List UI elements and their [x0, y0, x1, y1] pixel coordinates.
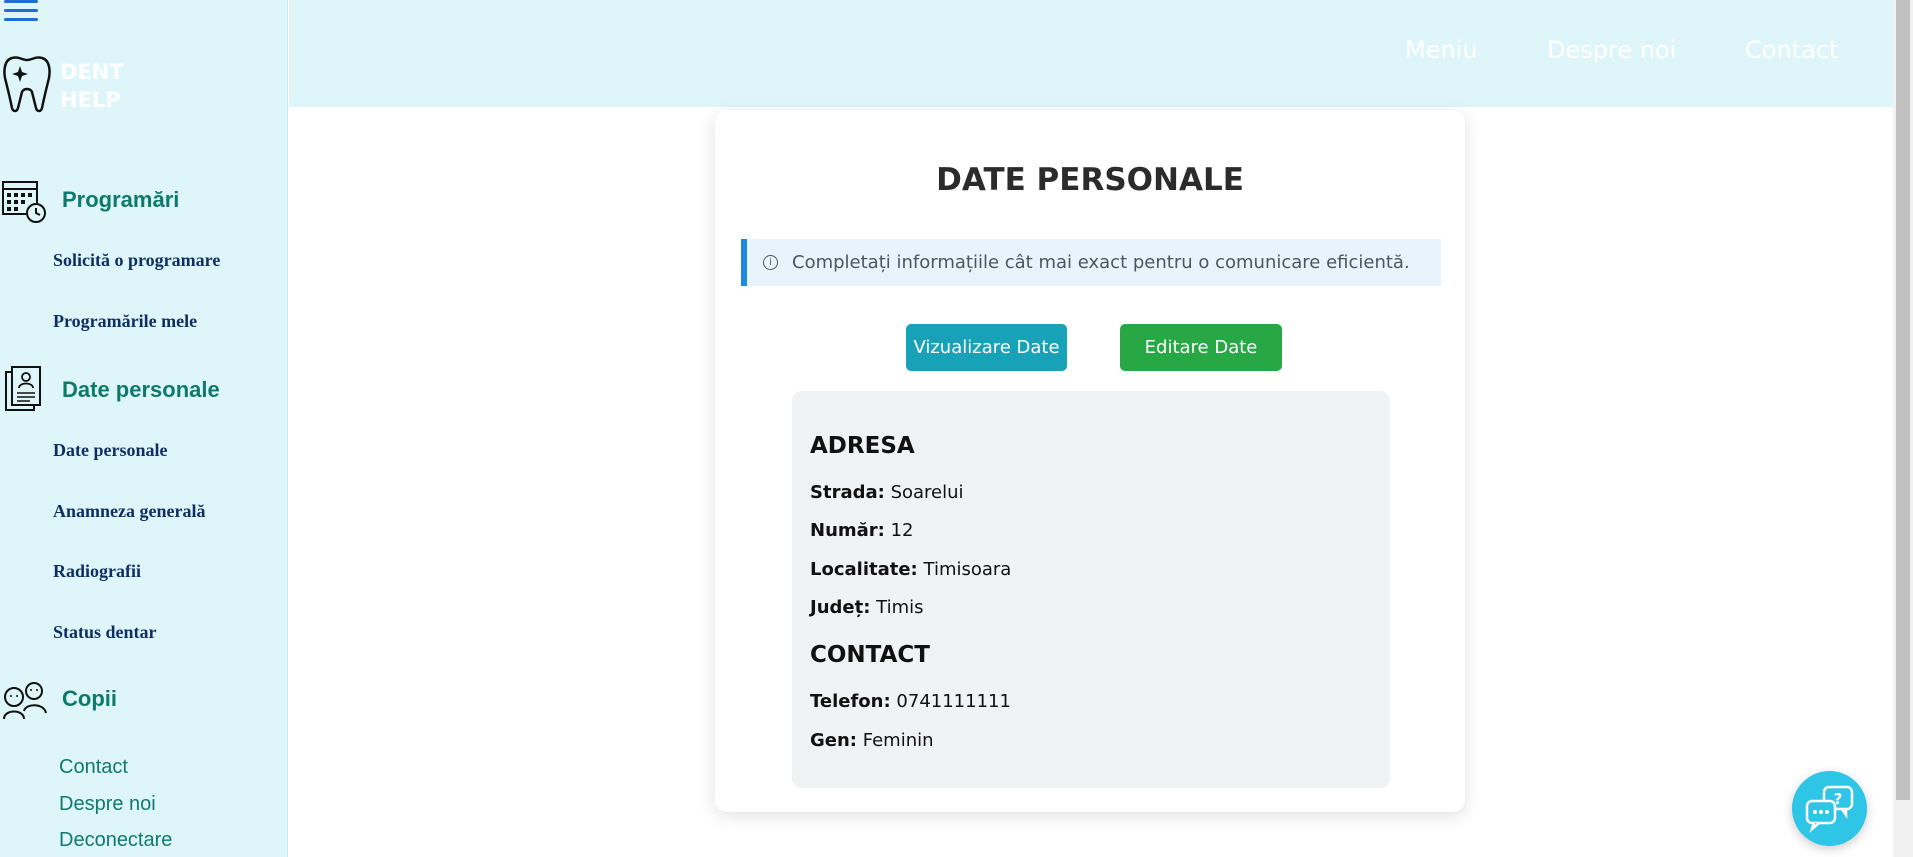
section-label: Copii [62, 686, 117, 711]
hamburger-menu-icon[interactable] [4, 0, 38, 26]
sidebar-item-radiografii[interactable]: Radiografii [53, 561, 141, 582]
phone-value: 0741111111 [896, 691, 1011, 712]
scrollbar-thumb[interactable] [1896, 0, 1910, 800]
calendar-clock-icon [2, 181, 46, 223]
sidebar-link-deconectare[interactable]: Deconectare [59, 829, 172, 852]
street-value: Soarelui [890, 482, 964, 503]
number-value: 12 [890, 520, 914, 541]
personal-data-card: DATE PERSONALE i Completați informațiile… [715, 110, 1465, 812]
city-value: Timisoara [923, 559, 1012, 580]
chat-bubbles-icon: ? [1805, 785, 1854, 833]
sidebar-item-programarile-mele[interactable]: Programările mele [53, 311, 197, 332]
children-icon [3, 682, 47, 720]
sidebar: DENT HELP Programări Solicită o programa… [0, 0, 288, 857]
gender-label: Gen: [810, 730, 857, 751]
number-label: Număr: [810, 520, 885, 541]
section-programari[interactable]: Programări [0, 176, 179, 224]
gender-value: Feminin [862, 730, 934, 751]
section-label: Programări [62, 187, 180, 212]
edit-data-button[interactable]: Editare Date [1120, 324, 1282, 371]
section-label: Date personale [62, 377, 220, 402]
logo-text-line1: DENT [60, 60, 124, 84]
info-alert-text: Completați informațiile cât mai exact pe… [792, 252, 1410, 273]
top-navbar: Meniu Despre noi Contact [289, 0, 1893, 107]
gender-row: Gen: Feminin [810, 730, 934, 751]
sidebar-link-despre-noi[interactable]: Despre noi [59, 793, 156, 816]
phone-row: Telefon: 0741111111 [810, 691, 1011, 712]
logo-text-line2: HELP [60, 88, 121, 112]
contact-heading: CONTACT [810, 642, 930, 668]
city-row: Localitate: Timisoara [810, 559, 1011, 580]
patient-file-icon [5, 366, 41, 411]
nav-link-contact[interactable]: Contact [1745, 36, 1838, 64]
phone-label: Telefon: [810, 691, 891, 712]
page-title: DATE PERSONALE [936, 162, 1244, 198]
sidebar-item-date-personale[interactable]: Date personale [53, 440, 167, 461]
tooth-icon [3, 56, 51, 113]
sidebar-item-status-dentar[interactable]: Status dentar [53, 622, 157, 643]
info-alert: i Completați informațiile cât mai exact … [741, 239, 1441, 286]
sidebar-item-solicita-programare[interactable]: Solicită o programare [53, 250, 220, 271]
street-label: Strada: [810, 482, 885, 503]
sidebar-link-contact[interactable]: Contact [59, 756, 128, 779]
info-icon: i [763, 255, 778, 270]
nav-link-despre-noi[interactable]: Despre noi [1547, 36, 1676, 64]
number-row: Număr: 12 [810, 520, 914, 541]
street-row: Strada: Soarelui [810, 482, 964, 503]
section-copii[interactable]: Copii [0, 677, 117, 721]
page-scrollbar[interactable] [1893, 0, 1913, 857]
nav-link-meniu[interactable]: Meniu [1405, 36, 1478, 64]
chat-support-button[interactable]: ? [1792, 771, 1867, 846]
section-date-personale[interactable]: Date personale [0, 364, 220, 416]
view-data-button[interactable]: Vizualizare Date [906, 324, 1067, 371]
personal-data-panel: ADRESA Strada: Soarelui Număr: 12 Locali… [792, 391, 1390, 788]
sidebar-item-anamneza-generala[interactable]: Anamneza generală [53, 501, 205, 522]
county-value: Timis [876, 597, 924, 618]
address-heading: ADRESA [810, 433, 915, 459]
county-label: Județ: [810, 597, 871, 618]
city-label: Localitate: [810, 559, 918, 580]
logo[interactable]: DENT HELP [2, 54, 124, 114]
county-row: Județ: Timis [810, 597, 924, 618]
